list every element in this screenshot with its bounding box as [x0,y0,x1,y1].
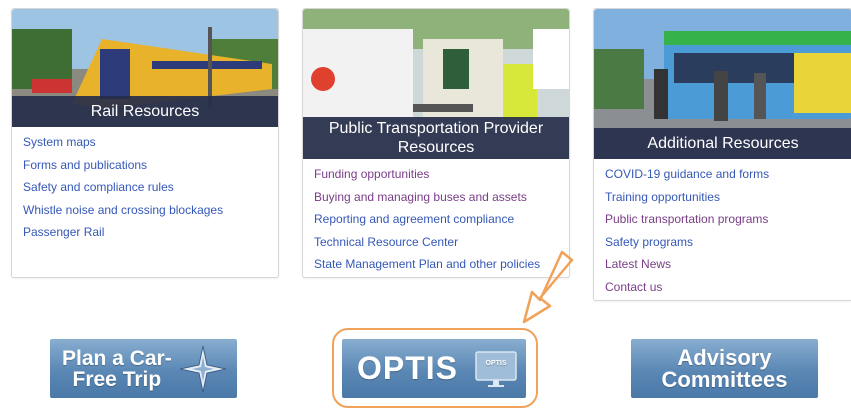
link-covid-guidance[interactable]: COVID-19 guidance and forms [605,167,769,181]
banner-line: Plan a Car- [62,346,172,370]
link-state-management-plan[interactable]: State Management Plan and other policies [314,257,540,271]
link-buying-managing-buses[interactable]: Buying and managing buses and assets [314,190,527,204]
advisory-committees-button[interactable]: Advisory Committees [631,339,818,398]
list-item: Contact us [605,276,851,299]
link-reporting-compliance[interactable]: Reporting and agreement compliance [314,212,514,226]
banner-line: Free Trip [72,367,162,391]
link-contact-us[interactable]: Contact us [605,280,662,294]
monitor-icon-label: OPTIS [486,360,507,367]
link-forms-publications[interactable]: Forms and publications [23,158,147,172]
banner-line: Advisory [677,344,772,370]
pointer-arrow-icon [522,250,574,324]
list-item: System maps [23,131,278,154]
rail-photo[interactable]: Rail Resources [12,9,278,127]
link-training-opportunities[interactable]: Training opportunities [605,190,720,204]
transit-photo[interactable]: Public Transportation Provider Resources [303,9,569,159]
banner-label: Advisory Committees [661,344,788,392]
list-item: Safety and compliance rules [23,176,278,199]
list-item: Forms and publications [23,154,278,177]
link-system-maps[interactable]: System maps [23,135,96,149]
link-funding-opportunities[interactable]: Funding opportunities [314,167,429,181]
list-item: Public transportation programs [605,208,851,231]
link-whistle-noise[interactable]: Whistle noise and crossing blockages [23,203,223,217]
list-item: Training opportunities [605,186,851,209]
link-public-transportation-programs[interactable]: Public transportation programs [605,212,768,226]
link-safety-compliance[interactable]: Safety and compliance rules [23,180,174,194]
list-item: Funding opportunities [314,163,569,186]
card-public-transportation: Public Transportation Provider Resources… [302,8,570,278]
bus-photo[interactable]: Additional Resources [594,9,851,159]
banner-line: Committees [661,366,788,392]
rail-links: System maps Forms and publications Safet… [12,127,278,244]
list-item: Reporting and agreement compliance [314,208,569,231]
compass-star-icon [179,345,226,392]
link-safety-programs[interactable]: Safety programs [605,235,693,249]
link-latest-news[interactable]: Latest News [605,257,671,271]
link-technical-resource-center[interactable]: Technical Resource Center [314,235,458,249]
banner-label: Plan a Car- Free Trip [62,348,172,390]
list-item: Latest News [605,253,851,276]
card-title[interactable]: Additional Resources [594,128,851,159]
card-title[interactable]: Public Transportation Provider Resources [303,117,569,159]
card-rail-resources: Rail Resources System maps Forms and pub… [11,8,279,278]
list-item: COVID-19 guidance and forms [605,163,851,186]
optis-button[interactable]: OPTIS OPTIS [342,339,526,398]
monitor-icon: OPTIS [475,350,517,387]
card-title[interactable]: Rail Resources [12,96,278,127]
list-item: Whistle noise and crossing blockages [23,199,278,222]
additional-links: COVID-19 guidance and forms Training opp… [594,159,851,299]
plan-car-free-trip-button[interactable]: Plan a Car- Free Trip [50,339,237,398]
list-item: Buying and managing buses and assets [314,186,569,209]
list-item: Passenger Rail [23,221,278,244]
list-item: Safety programs [605,231,851,254]
optis-label: OPTIS [357,350,459,386]
card-additional-resources: Additional Resources COVID-19 guidance a… [593,8,851,301]
link-passenger-rail[interactable]: Passenger Rail [23,225,104,239]
